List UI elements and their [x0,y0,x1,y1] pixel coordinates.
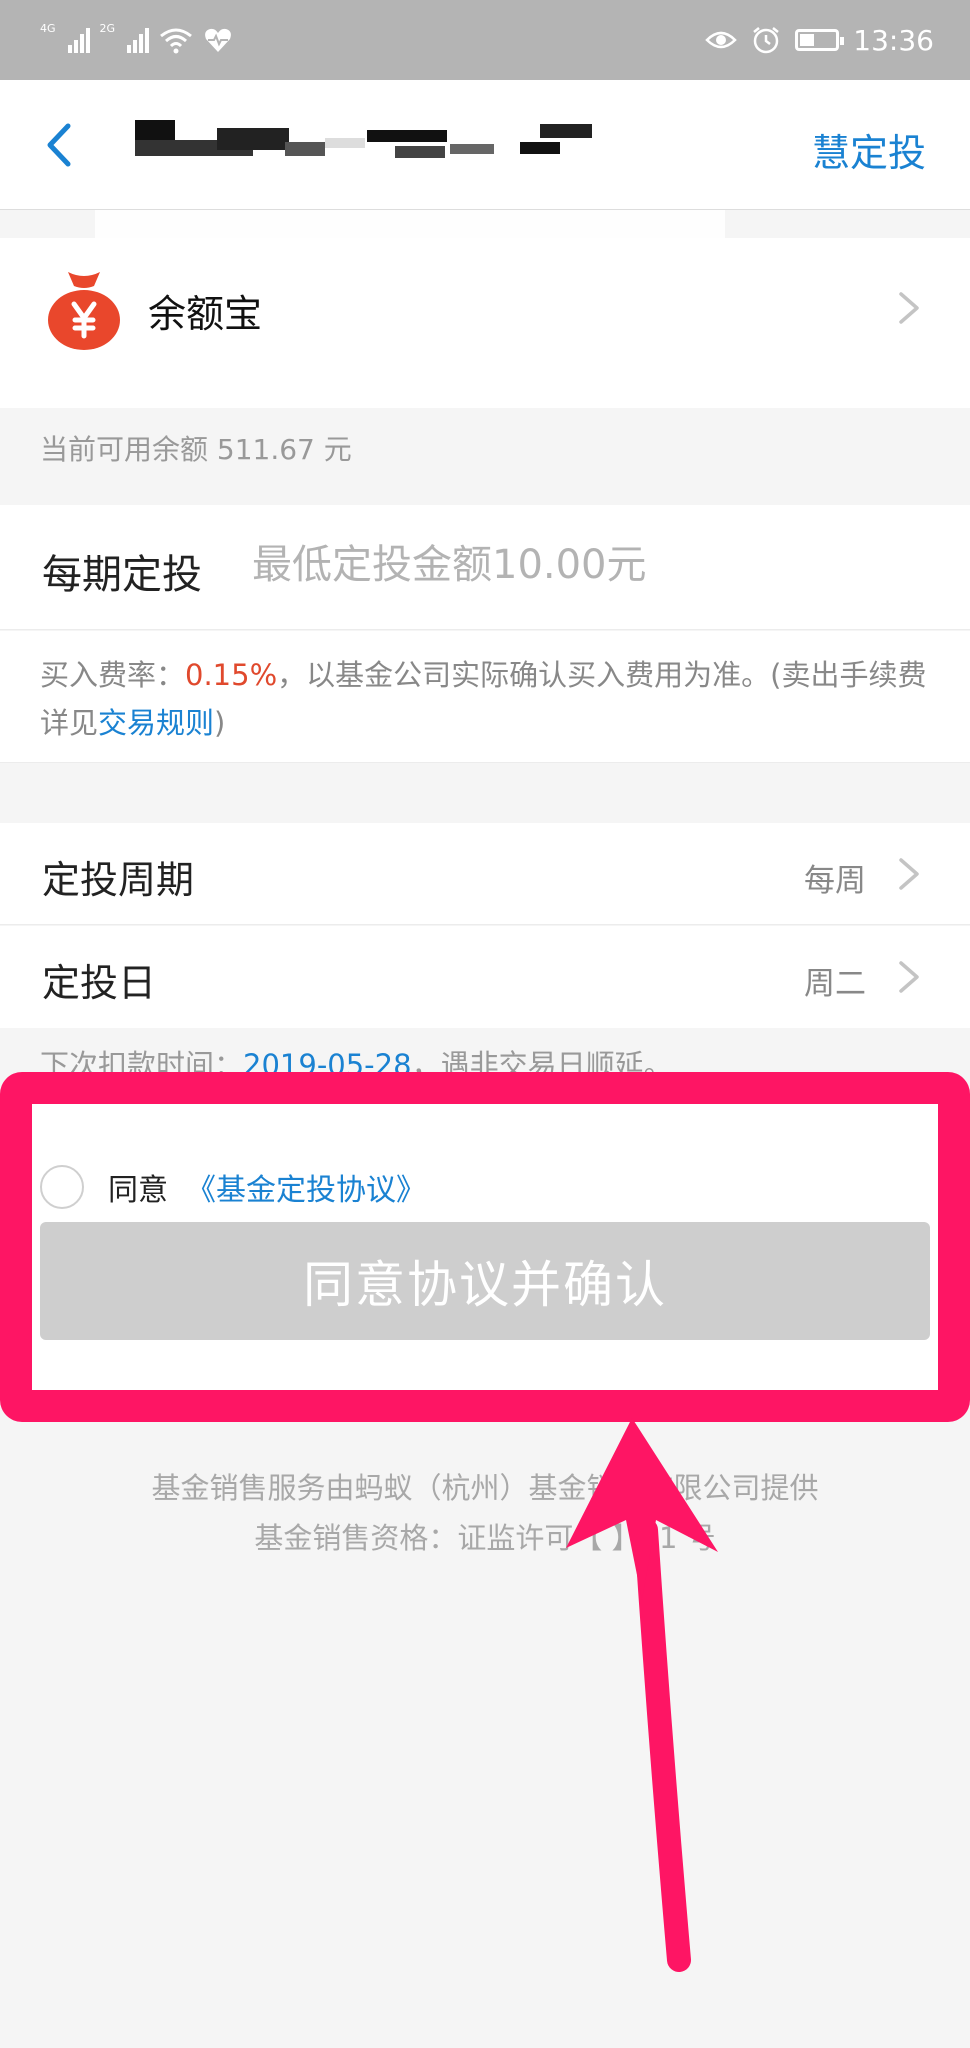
smart-invest-link[interactable]: 慧定投 [812,122,926,177]
payment-source-label: 余额宝 [148,292,263,336]
status-right: 13:36 [705,20,934,60]
chevron-left-icon [47,123,71,167]
invest-day-row[interactable]: 定投日 周二 [0,926,970,1028]
invest-day-label: 定投日 [42,961,157,1005]
footer-license: 基金销售资格：证监许可【 】21 号 [254,1521,716,1555]
agreement-link[interactable]: 《基金定投协议》 [186,1165,426,1209]
fee-suffix: ) [214,706,226,740]
fee-rate: 0.15% [185,658,278,692]
battery-icon [795,29,845,51]
eye-icon [705,31,738,49]
signal-icon-2 [127,27,150,53]
wifi-icon [160,28,192,54]
available-balance: 当前可用余额 511.67 元 [40,433,352,466]
chevron-right-icon [899,292,919,324]
alarm-icon [753,27,780,54]
invest-period-row[interactable]: 定投周期 每周 [0,823,970,925]
invest-period-value: 每周 [804,863,866,899]
amount-label: 每期定投 [42,552,202,598]
amount-input[interactable] [252,535,932,595]
redaction-strip [95,210,725,240]
payment-source-row[interactable]: 余额宝 [0,238,970,408]
status-left: 4G 2G [40,22,233,58]
agree-label: 同意 [108,1173,168,1208]
money-bag-yen-icon [48,272,120,350]
agree-radio[interactable] [40,1165,84,1209]
network-label-2: 2G [99,22,116,35]
nav-bar: 慧定投 [0,80,970,210]
fee-info: 买入费率：0.15%，以基金公司实际确认买入费用为准。(卖出手续费详见交易规则) [0,631,970,763]
back-button[interactable] [40,120,80,170]
status-time: 13:36 [853,23,934,57]
status-bar: 4G 2G 13:36 [0,0,970,80]
fee-text: 买入费率：0.15%，以基金公司实际确认买入费用为准。(卖出手续费详见交易规则) [40,651,930,747]
fee-prefix: 买入费率： [40,658,186,692]
health-icon [205,28,231,52]
redacted-title [135,120,605,170]
invest-period-label: 定投周期 [42,858,195,902]
chevron-right-icon [899,961,919,993]
confirm-button[interactable]: 同意协议并确认 [40,1222,930,1340]
footer-provider: 基金销售服务由蚂蚁（杭州）基金销售有限公司提供 [151,1471,819,1505]
invest-day-value: 周二 [804,966,866,1002]
network-label-1: 4G [40,22,56,35]
chevron-right-icon [899,858,919,890]
trade-rules-link[interactable]: 交易规则 [98,706,214,740]
amount-row: 每期定投 [0,505,970,630]
signal-icon [67,27,90,53]
